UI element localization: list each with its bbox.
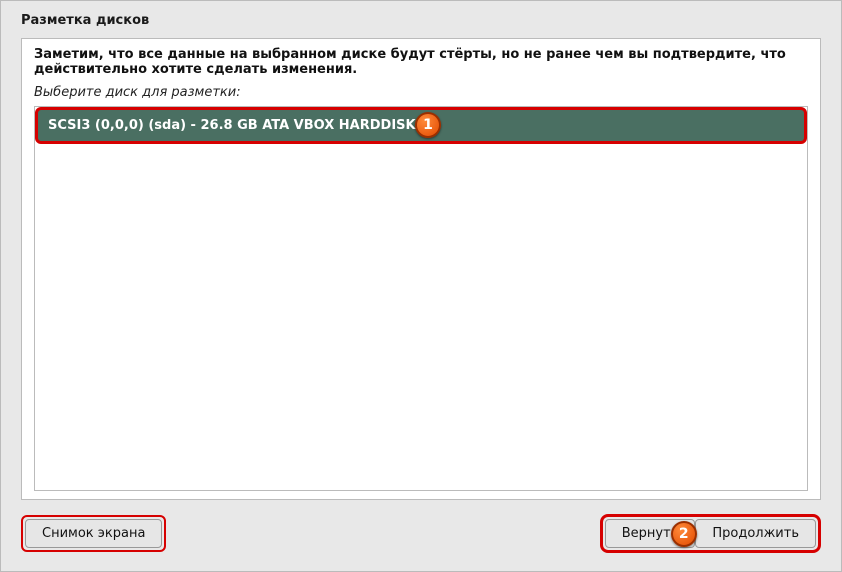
disk-item-sda[interactable]: SCSI3 (0,0,0) (sda) - 26.8 GB ATA VBOX H… [35, 107, 807, 144]
annotation-badge-1: 1 [415, 112, 441, 138]
screenshot-button[interactable]: Снимок экрана [25, 519, 162, 548]
screenshot-highlight: Снимок экрана [21, 515, 166, 552]
disk-partitioning-window: Разметка дисков Заметим, что все данные … [0, 0, 842, 572]
button-row: Снимок экрана Вернуть 2 Продолжить [1, 500, 841, 571]
page-title: Разметка дисков [1, 1, 841, 38]
warning-text: Заметим, что все данные на выбранном дис… [22, 39, 820, 81]
prompt-text: Выберите диск для разметки: [22, 81, 820, 106]
continue-highlight: Вернуть 2 Продолжить [600, 514, 821, 553]
main-panel: Заметим, что все данные на выбранном дис… [21, 38, 821, 500]
continue-button[interactable]: Продолжить [695, 519, 816, 548]
disk-item-label: SCSI3 (0,0,0) (sda) - 26.8 GB ATA VBOX H… [48, 118, 416, 133]
disk-listbox[interactable]: SCSI3 (0,0,0) (sda) - 26.8 GB ATA VBOX H… [34, 106, 808, 491]
annotation-badge-2: 2 [671, 521, 697, 547]
